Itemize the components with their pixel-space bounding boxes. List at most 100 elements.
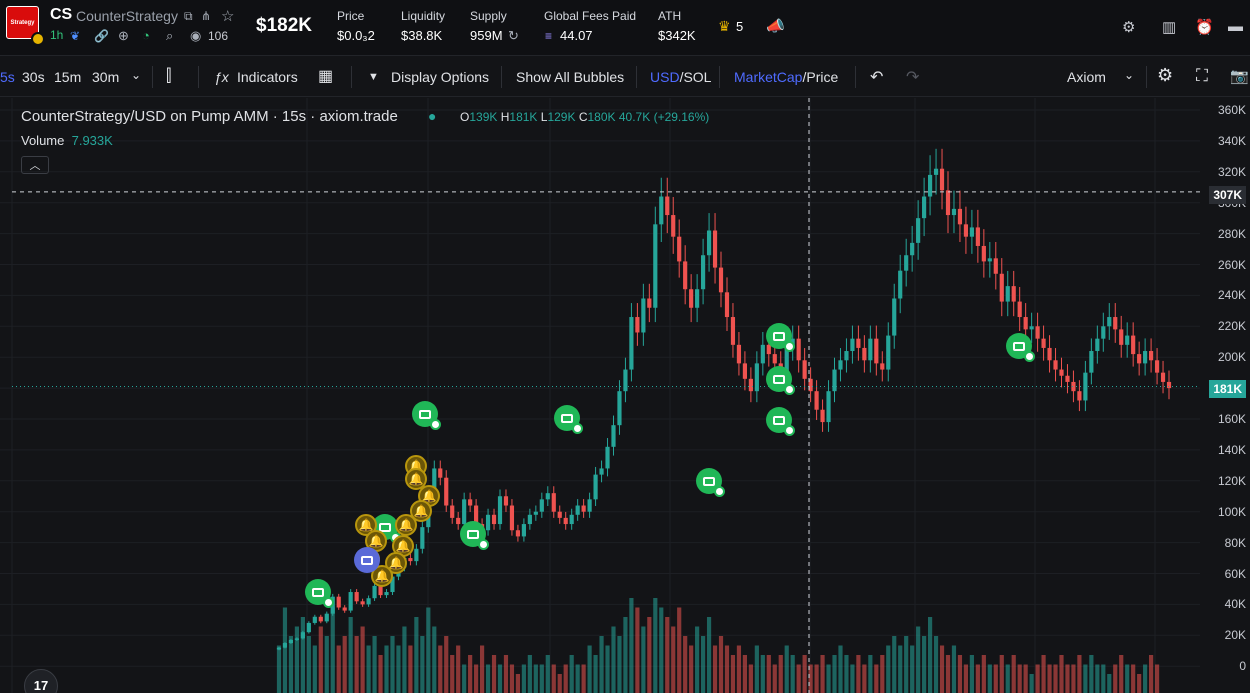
interval-5s[interactable]: 5s	[0, 69, 15, 85]
megaphone-icon[interactable]: 📣	[766, 17, 785, 35]
interval-30m[interactable]: 30m	[92, 69, 119, 85]
trade-bubble[interactable]	[1006, 333, 1035, 362]
volume-bar	[1095, 664, 1100, 693]
candle-body	[515, 530, 521, 537]
chart-icon[interactable]: ▥	[1162, 18, 1176, 36]
candle-body	[623, 369, 628, 392]
trade-bubble[interactable]	[412, 401, 441, 430]
wallet-icon	[561, 413, 573, 423]
price-axis[interactable]: 360K340K320K300K280K260K240K220K200K180K…	[1200, 98, 1250, 693]
show-bubbles-button[interactable]: Show All Bubbles	[516, 69, 624, 85]
candle-body	[1023, 317, 1028, 330]
share-icon[interactable]: ⋔	[201, 9, 211, 23]
volume-bar	[939, 645, 945, 693]
stat-fees-value: 44.07	[560, 28, 593, 43]
stat-price-value: $0.0₃2	[337, 28, 375, 43]
trade-bubble[interactable]	[766, 407, 795, 436]
link-icon[interactable]: 🔗	[94, 29, 109, 43]
metric-toggle[interactable]: MarketCap/Price	[734, 69, 838, 85]
candle-body	[939, 168, 945, 191]
candle-body	[659, 196, 664, 225]
chart-settings-icon[interactable]: ⚙	[1157, 65, 1173, 86]
candlestick-chart[interactable]	[0, 98, 1200, 693]
screenshot-icon[interactable]: 📷	[1230, 67, 1249, 85]
layout-select[interactable]: Axiom	[1067, 69, 1106, 85]
undo-icon[interactable]: ↶	[870, 67, 883, 87]
pump-leaf-icon[interactable]: ❦	[70, 29, 80, 43]
candle-body	[635, 317, 640, 333]
layouts-icon[interactable]: ▦	[318, 66, 333, 86]
candle-body	[736, 344, 742, 364]
collapse-legend-button[interactable]: ︿	[21, 156, 49, 174]
ohlc-change: 40.7K (+29.16%)	[618, 110, 710, 124]
settings-icon[interactable]: ⚙	[1122, 18, 1135, 36]
candle-type-icon[interactable]: ⫿	[166, 66, 171, 86]
candle-body	[916, 218, 921, 243]
price-axis-label: 220K	[1217, 319, 1246, 334]
star-icon[interactable]: ☆	[221, 7, 234, 25]
refresh-icon[interactable]: ↻	[508, 28, 519, 44]
candle-body	[1011, 286, 1016, 302]
redo-icon[interactable]: ↷	[906, 67, 919, 87]
bell-icon[interactable]: 🔔	[410, 500, 432, 522]
volume-bar	[957, 655, 963, 693]
volume-bar	[1101, 664, 1106, 693]
interval-15m[interactable]: 15m	[54, 69, 81, 85]
candle-body	[551, 493, 556, 512]
stat-supply-value: 959M	[470, 28, 503, 43]
layout-dropdown-icon[interactable]: ⌄	[1124, 68, 1134, 82]
volume-bar	[826, 664, 831, 693]
volume-bar	[689, 645, 694, 693]
currency-toggle[interactable]: USD/SOL	[650, 69, 711, 85]
window-icon[interactable]: ▬	[1228, 18, 1243, 35]
indicators-icon[interactable]: ƒx	[214, 69, 229, 85]
volume-bar	[294, 626, 299, 693]
interval-30s[interactable]: 30s	[22, 69, 45, 85]
user-trade-bubble[interactable]	[354, 547, 380, 573]
crown-icon[interactable]: ♛	[718, 18, 731, 35]
copy-icon[interactable]: ⧉	[184, 9, 193, 24]
trade-bubble[interactable]	[766, 323, 795, 352]
volume-bar	[533, 664, 538, 693]
volume-bar	[760, 655, 765, 693]
trade-bubble[interactable]	[460, 521, 489, 550]
volume-bar	[521, 664, 526, 693]
trade-bubble[interactable]	[554, 405, 583, 434]
search-icon[interactable]: ⌕	[166, 28, 173, 44]
volume-bar	[527, 655, 532, 693]
globe-icon[interactable]: ⊕	[118, 28, 129, 44]
volume-bar	[916, 626, 921, 693]
trade-bubble[interactable]	[766, 366, 795, 395]
volume-bar	[850, 664, 855, 693]
trade-bubble[interactable]	[696, 468, 725, 497]
volume-bar	[1137, 674, 1142, 693]
candle-body	[993, 258, 998, 274]
alarm-icon[interactable]: ⏰	[1195, 18, 1214, 36]
display-options-button[interactable]: Display Options	[391, 69, 489, 85]
volume-bar	[288, 636, 294, 693]
trade-bubble[interactable]	[305, 579, 334, 608]
volume-bar	[623, 617, 628, 693]
candle-body	[683, 261, 688, 290]
token-age: 1h	[50, 28, 64, 42]
candle-body	[1149, 351, 1154, 361]
candle-body	[796, 338, 801, 361]
fullscreen-icon[interactable]: ⛶	[1196, 66, 1208, 86]
volume-bar	[1041, 655, 1046, 693]
volume-bar	[892, 636, 897, 693]
divider	[501, 66, 502, 88]
display-options-caret-icon[interactable]: ▼	[368, 71, 379, 83]
volume-bar	[999, 655, 1004, 693]
candle-body	[701, 255, 706, 290]
wallet-icon	[773, 374, 785, 384]
volume-bar	[987, 664, 992, 693]
candle-body	[444, 477, 449, 506]
indicators-button[interactable]: Indicators	[237, 69, 298, 85]
pie-icon[interactable]: ◔	[142, 28, 150, 43]
candle-body	[712, 230, 718, 268]
candle-body	[760, 344, 765, 364]
volume-bar	[945, 655, 951, 693]
candle-body	[557, 511, 562, 518]
interval-dropdown-icon[interactable]: ⌄	[131, 68, 141, 82]
candle-body	[981, 245, 986, 262]
